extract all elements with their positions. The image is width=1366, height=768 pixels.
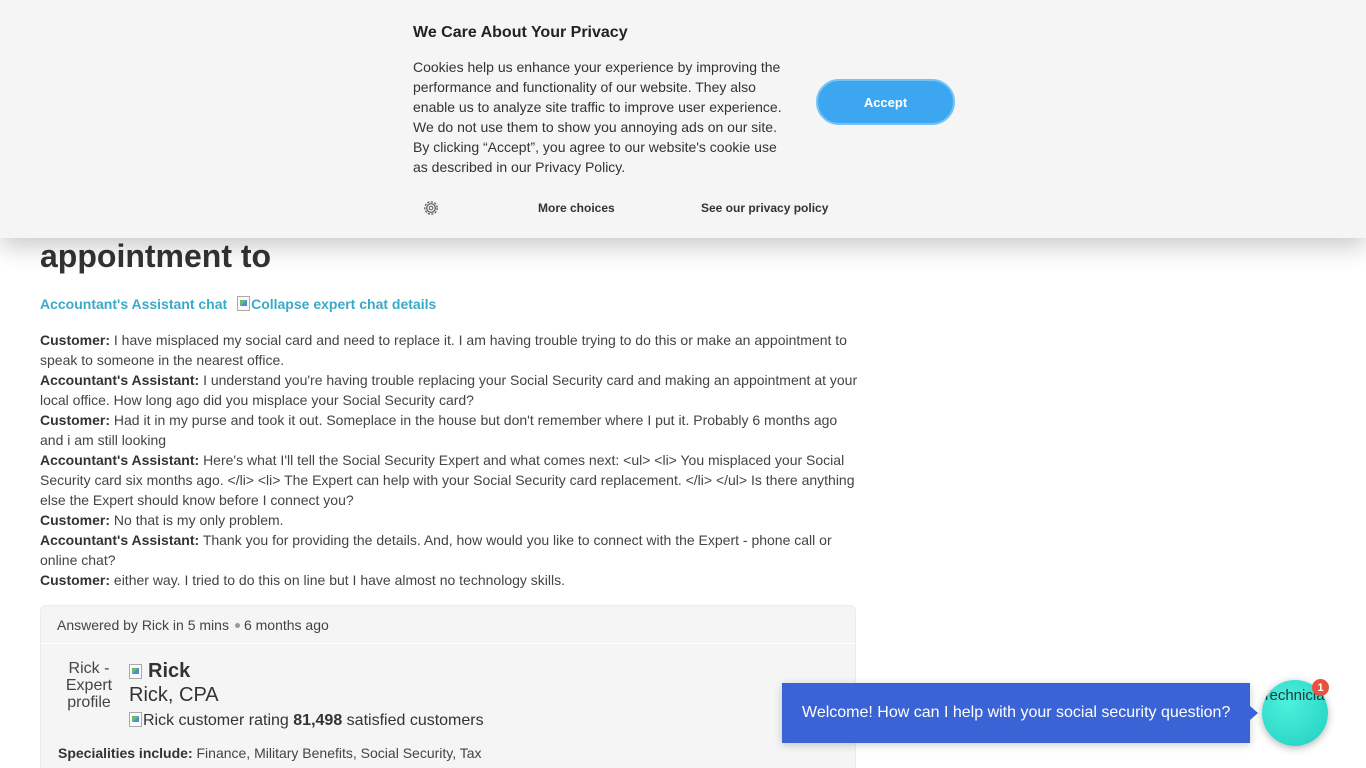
speaker-label: Accountant's Assistant: bbox=[40, 532, 200, 548]
verified-badge-icon bbox=[129, 664, 142, 679]
transcript-line: Customer: Had it in my purse and took it… bbox=[40, 410, 858, 450]
answered-by-text: Answered by Rick in 5 mins bbox=[57, 617, 229, 633]
message-text: Had it in my purse and took it out. Some… bbox=[40, 412, 838, 448]
cookie-banner-text: Cookies help us enhance your experience … bbox=[413, 59, 782, 175]
speaker-label: Customer: bbox=[40, 332, 111, 348]
transcript-line: Accountant's Assistant: Thank you for pr… bbox=[40, 530, 858, 570]
chat-transcript: Customer: I have misplaced my social car… bbox=[40, 330, 858, 590]
chat-welcome-bubble[interactable]: Welcome! How can I help with your social… bbox=[782, 683, 1258, 743]
cookie-banner-title: We Care About Your Privacy bbox=[413, 24, 628, 41]
rating-alt-text: Rick customer rating bbox=[143, 712, 289, 729]
message-text: either way. I tried to do this on line b… bbox=[113, 572, 565, 588]
expert-title: Rick, CPA bbox=[129, 684, 219, 706]
speaker-label: Customer: bbox=[40, 412, 111, 428]
page-title: appointment to bbox=[40, 238, 272, 274]
speaker-label: Customer: bbox=[40, 572, 111, 588]
cookie-consent-banner: We Care About Your Privacy Cookies help … bbox=[0, 0, 1366, 238]
message-text: I have misplaced my social card and need… bbox=[40, 332, 847, 368]
expert-avatar[interactable]: Rick - Expert profile bbox=[58, 660, 120, 714]
satisfied-count: 81,498 bbox=[293, 712, 343, 729]
chat-welcome-text: Welcome! How can I help with your social… bbox=[802, 704, 1231, 721]
gear-icon[interactable] bbox=[423, 200, 439, 216]
transcript-line: Accountant's Assistant: Here's what I'll… bbox=[40, 450, 858, 510]
privacy-policy-link[interactable]: See our privacy policy bbox=[701, 201, 828, 215]
transcript-line: Accountant's Assistant: I understand you… bbox=[40, 370, 858, 410]
notification-badge: 1 bbox=[1312, 679, 1329, 696]
answer-meta: Answered by Rick in 5 mins 6 months ago bbox=[41, 606, 855, 644]
expert-answer-card: Answered by Rick in 5 mins 6 months ago R… bbox=[40, 605, 856, 768]
collapse-icon[interactable] bbox=[237, 296, 251, 311]
transcript-line: Customer: No that is my only problem. bbox=[40, 510, 858, 530]
satisfied-label: satisfied customers bbox=[346, 712, 484, 729]
assistant-chat-link[interactable]: Accountant's Assistant chat bbox=[40, 296, 227, 312]
chat-header: Accountant's Assistant chat Collapse exp… bbox=[40, 296, 436, 312]
collapse-chat-details-link[interactable]: Collapse expert chat details bbox=[251, 296, 436, 312]
separator-dot bbox=[234, 622, 240, 628]
answer-time-ago: 6 months ago bbox=[243, 617, 329, 633]
speaker-label: Accountant's Assistant: bbox=[40, 452, 200, 468]
accept-cookies-button[interactable]: Accept bbox=[816, 79, 955, 125]
specialities-label: Specialities include: bbox=[58, 745, 193, 761]
transcript-line: Customer: either way. I tried to do this… bbox=[40, 570, 858, 590]
specialities-list: Finance, Military Benefits, Social Secur… bbox=[196, 745, 482, 761]
specialities: Specialities include: Finance, Military … bbox=[58, 745, 482, 761]
transcript-line: Customer: I have misplaced my social car… bbox=[40, 330, 858, 370]
expert-name-text: Rick bbox=[148, 660, 191, 682]
expert-name[interactable]: Rick bbox=[129, 660, 190, 683]
speaker-label: Accountant's Assistant: bbox=[40, 372, 200, 388]
message-text: No that is my only problem. bbox=[113, 512, 284, 528]
more-choices-link[interactable]: More choices bbox=[538, 201, 615, 215]
speaker-label: Customer: bbox=[40, 512, 111, 528]
rating-stars-icon bbox=[129, 712, 142, 727]
expert-rating: Rick customer rating 81,498 satisfied cu… bbox=[129, 712, 484, 730]
